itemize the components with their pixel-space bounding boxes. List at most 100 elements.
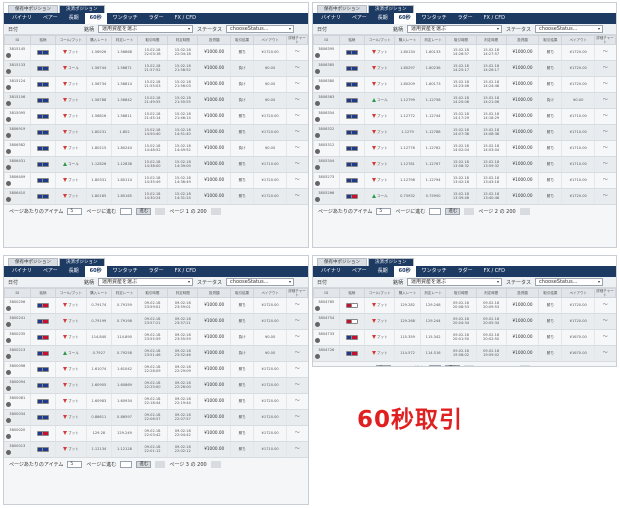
nav-tab-6[interactable]: FX / CFD (170, 266, 201, 277)
next-page-button[interactable] (210, 207, 221, 215)
chart-icon[interactable]: 〜 (603, 65, 608, 71)
page-number-input[interactable] (120, 460, 133, 468)
page-number-input[interactable] (429, 364, 442, 366)
chart-icon[interactable]: 〜 (295, 193, 300, 199)
status-select[interactable]: chooseStatus... ▾ (226, 25, 295, 33)
chart-icon[interactable]: 〜 (295, 49, 300, 55)
nav-tab-4[interactable]: ワンタッチ (108, 266, 143, 277)
prev-page-button[interactable] (155, 207, 166, 215)
chart-icon[interactable]: 〜 (295, 113, 300, 119)
chart-icon[interactable]: 〜 (603, 350, 608, 356)
nav-tab-4[interactable]: ワンタッチ (417, 266, 452, 277)
go-button[interactable]: 進む (136, 207, 152, 215)
nav-tab-0[interactable]: バイナリ (316, 13, 346, 24)
nav-tab-2[interactable]: 長期 (373, 266, 393, 277)
chart-icon[interactable]: 〜 (295, 97, 300, 103)
top-tab-open-positions[interactable]: 保有中ポジション (8, 258, 58, 266)
account-select[interactable]: 運用資産を選ぶ ▾ (407, 25, 503, 33)
page-size-select[interactable]: 5 (67, 207, 83, 215)
top-tab-open-positions[interactable]: 保有中ポジション (317, 258, 367, 266)
nav-tab-4[interactable]: ワンタッチ (417, 13, 452, 24)
chart-icon[interactable]: 〜 (295, 302, 300, 308)
next-page-button[interactable] (519, 207, 530, 215)
prev-page-button[interactable] (155, 460, 166, 468)
nav-tab-5[interactable]: ラダー (144, 266, 169, 277)
status-select[interactable]: chooseStatus... ▾ (226, 278, 295, 286)
top-tab-open-positions[interactable]: 保有中ポジション (8, 5, 58, 13)
top-tab-closed-positions[interactable]: 決済ポジション (368, 258, 414, 266)
chart-icon[interactable]: 〜 (603, 161, 608, 167)
top-tab-open-positions[interactable]: 保有中ポジション (317, 5, 367, 13)
nav-tab-6[interactable]: FX / CFD (170, 13, 201, 24)
nav-tab-1[interactable]: ペアー (38, 266, 63, 277)
page-number-input[interactable] (429, 207, 442, 215)
nav-tab-4[interactable]: ワンタッチ (108, 13, 143, 24)
nav-tab-1[interactable]: ペアー (347, 13, 372, 24)
nav-tab-5[interactable]: ラダー (453, 266, 478, 277)
nav-tab-6[interactable]: FX / CFD (479, 13, 510, 24)
next-page-button[interactable] (519, 364, 530, 366)
nav-tab-0[interactable]: バイナリ (7, 266, 37, 277)
page-size-select[interactable]: 5 (67, 460, 83, 468)
go-button[interactable]: 進む (445, 364, 461, 366)
top-tab-closed-positions[interactable]: 決済ポジション (59, 5, 105, 13)
chart-icon[interactable]: 〜 (295, 366, 300, 372)
account-select[interactable]: 運用資産を選ぶ ▾ (407, 278, 503, 286)
top-tab-closed-positions[interactable]: 決済ポジション (59, 258, 105, 266)
page-number-input[interactable] (120, 207, 133, 215)
column-header: 購入レート (394, 288, 421, 298)
nav-tab-5[interactable]: ラダー (144, 13, 169, 24)
chart-icon[interactable]: 〜 (295, 430, 300, 436)
chart-icon[interactable]: 〜 (295, 334, 300, 340)
status-select[interactable]: chooseStatus... ▾ (535, 25, 604, 33)
nav-tab-0[interactable]: バイナリ (316, 266, 346, 277)
nav-tab-3[interactable]: 60秒 (84, 266, 107, 277)
chart-icon[interactable]: 〜 (295, 398, 300, 404)
chart-icon[interactable]: 〜 (295, 446, 300, 452)
chart-icon[interactable]: 〜 (603, 302, 608, 308)
chart-icon[interactable]: 〜 (603, 334, 608, 340)
chart-icon[interactable]: 〜 (295, 65, 300, 71)
chart-icon[interactable]: 〜 (295, 318, 300, 324)
top-tab-closed-positions[interactable]: 決済ポジション (368, 5, 414, 13)
nav-tab-2[interactable]: 長期 (373, 13, 393, 24)
nav-tab-5[interactable]: ラダー (453, 13, 478, 24)
go-button[interactable]: 進む (445, 207, 461, 215)
chart-icon[interactable]: 〜 (603, 145, 608, 151)
nav-tab-1[interactable]: ペアー (347, 266, 372, 277)
account-select[interactable]: 運用資産を選ぶ ▾ (98, 25, 194, 33)
prev-page-button[interactable] (464, 364, 475, 366)
nav-tab-2[interactable]: 長期 (64, 266, 84, 277)
chart-icon[interactable]: 〜 (295, 414, 300, 420)
items-per-page-label: ページあたりのアイテム (318, 365, 372, 367)
chart-icon[interactable]: 〜 (603, 97, 608, 103)
chart-icon[interactable]: 〜 (295, 177, 300, 183)
chart-icon[interactable]: 〜 (295, 161, 300, 167)
status-select[interactable]: chooseStatus... ▾ (535, 278, 604, 286)
chart-icon[interactable]: 〜 (295, 145, 300, 151)
chart-icon[interactable]: 〜 (603, 177, 608, 183)
nav-tab-3[interactable]: 60秒 (393, 266, 416, 277)
chart-icon[interactable]: 〜 (295, 81, 300, 87)
chart-icon[interactable]: 〜 (603, 81, 608, 87)
nav-tab-3[interactable]: 60秒 (84, 13, 107, 24)
page-size-select[interactable]: 5 (376, 364, 392, 366)
chart-icon[interactable]: 〜 (603, 318, 608, 324)
nav-tab-6[interactable]: FX / CFD (479, 266, 510, 277)
nav-tab-1[interactable]: ペアー (38, 13, 63, 24)
go-button[interactable]: 進む (136, 460, 152, 468)
nav-tab-2[interactable]: 長期 (64, 13, 84, 24)
chart-icon[interactable]: 〜 (295, 382, 300, 388)
chart-icon[interactable]: 〜 (603, 129, 608, 135)
prev-page-button[interactable] (464, 207, 475, 215)
chart-icon[interactable]: 〜 (603, 49, 608, 55)
nav-tab-0[interactable]: バイナリ (7, 13, 37, 24)
chart-icon[interactable]: 〜 (603, 193, 608, 199)
chart-icon[interactable]: 〜 (603, 113, 608, 119)
nav-tab-3[interactable]: 60秒 (393, 13, 416, 24)
page-size-select[interactable]: 5 (376, 207, 392, 215)
next-page-button[interactable] (210, 460, 221, 468)
chart-icon[interactable]: 〜 (295, 350, 300, 356)
account-select[interactable]: 運用資産を選ぶ ▾ (98, 278, 194, 286)
chart-icon[interactable]: 〜 (295, 129, 300, 135)
